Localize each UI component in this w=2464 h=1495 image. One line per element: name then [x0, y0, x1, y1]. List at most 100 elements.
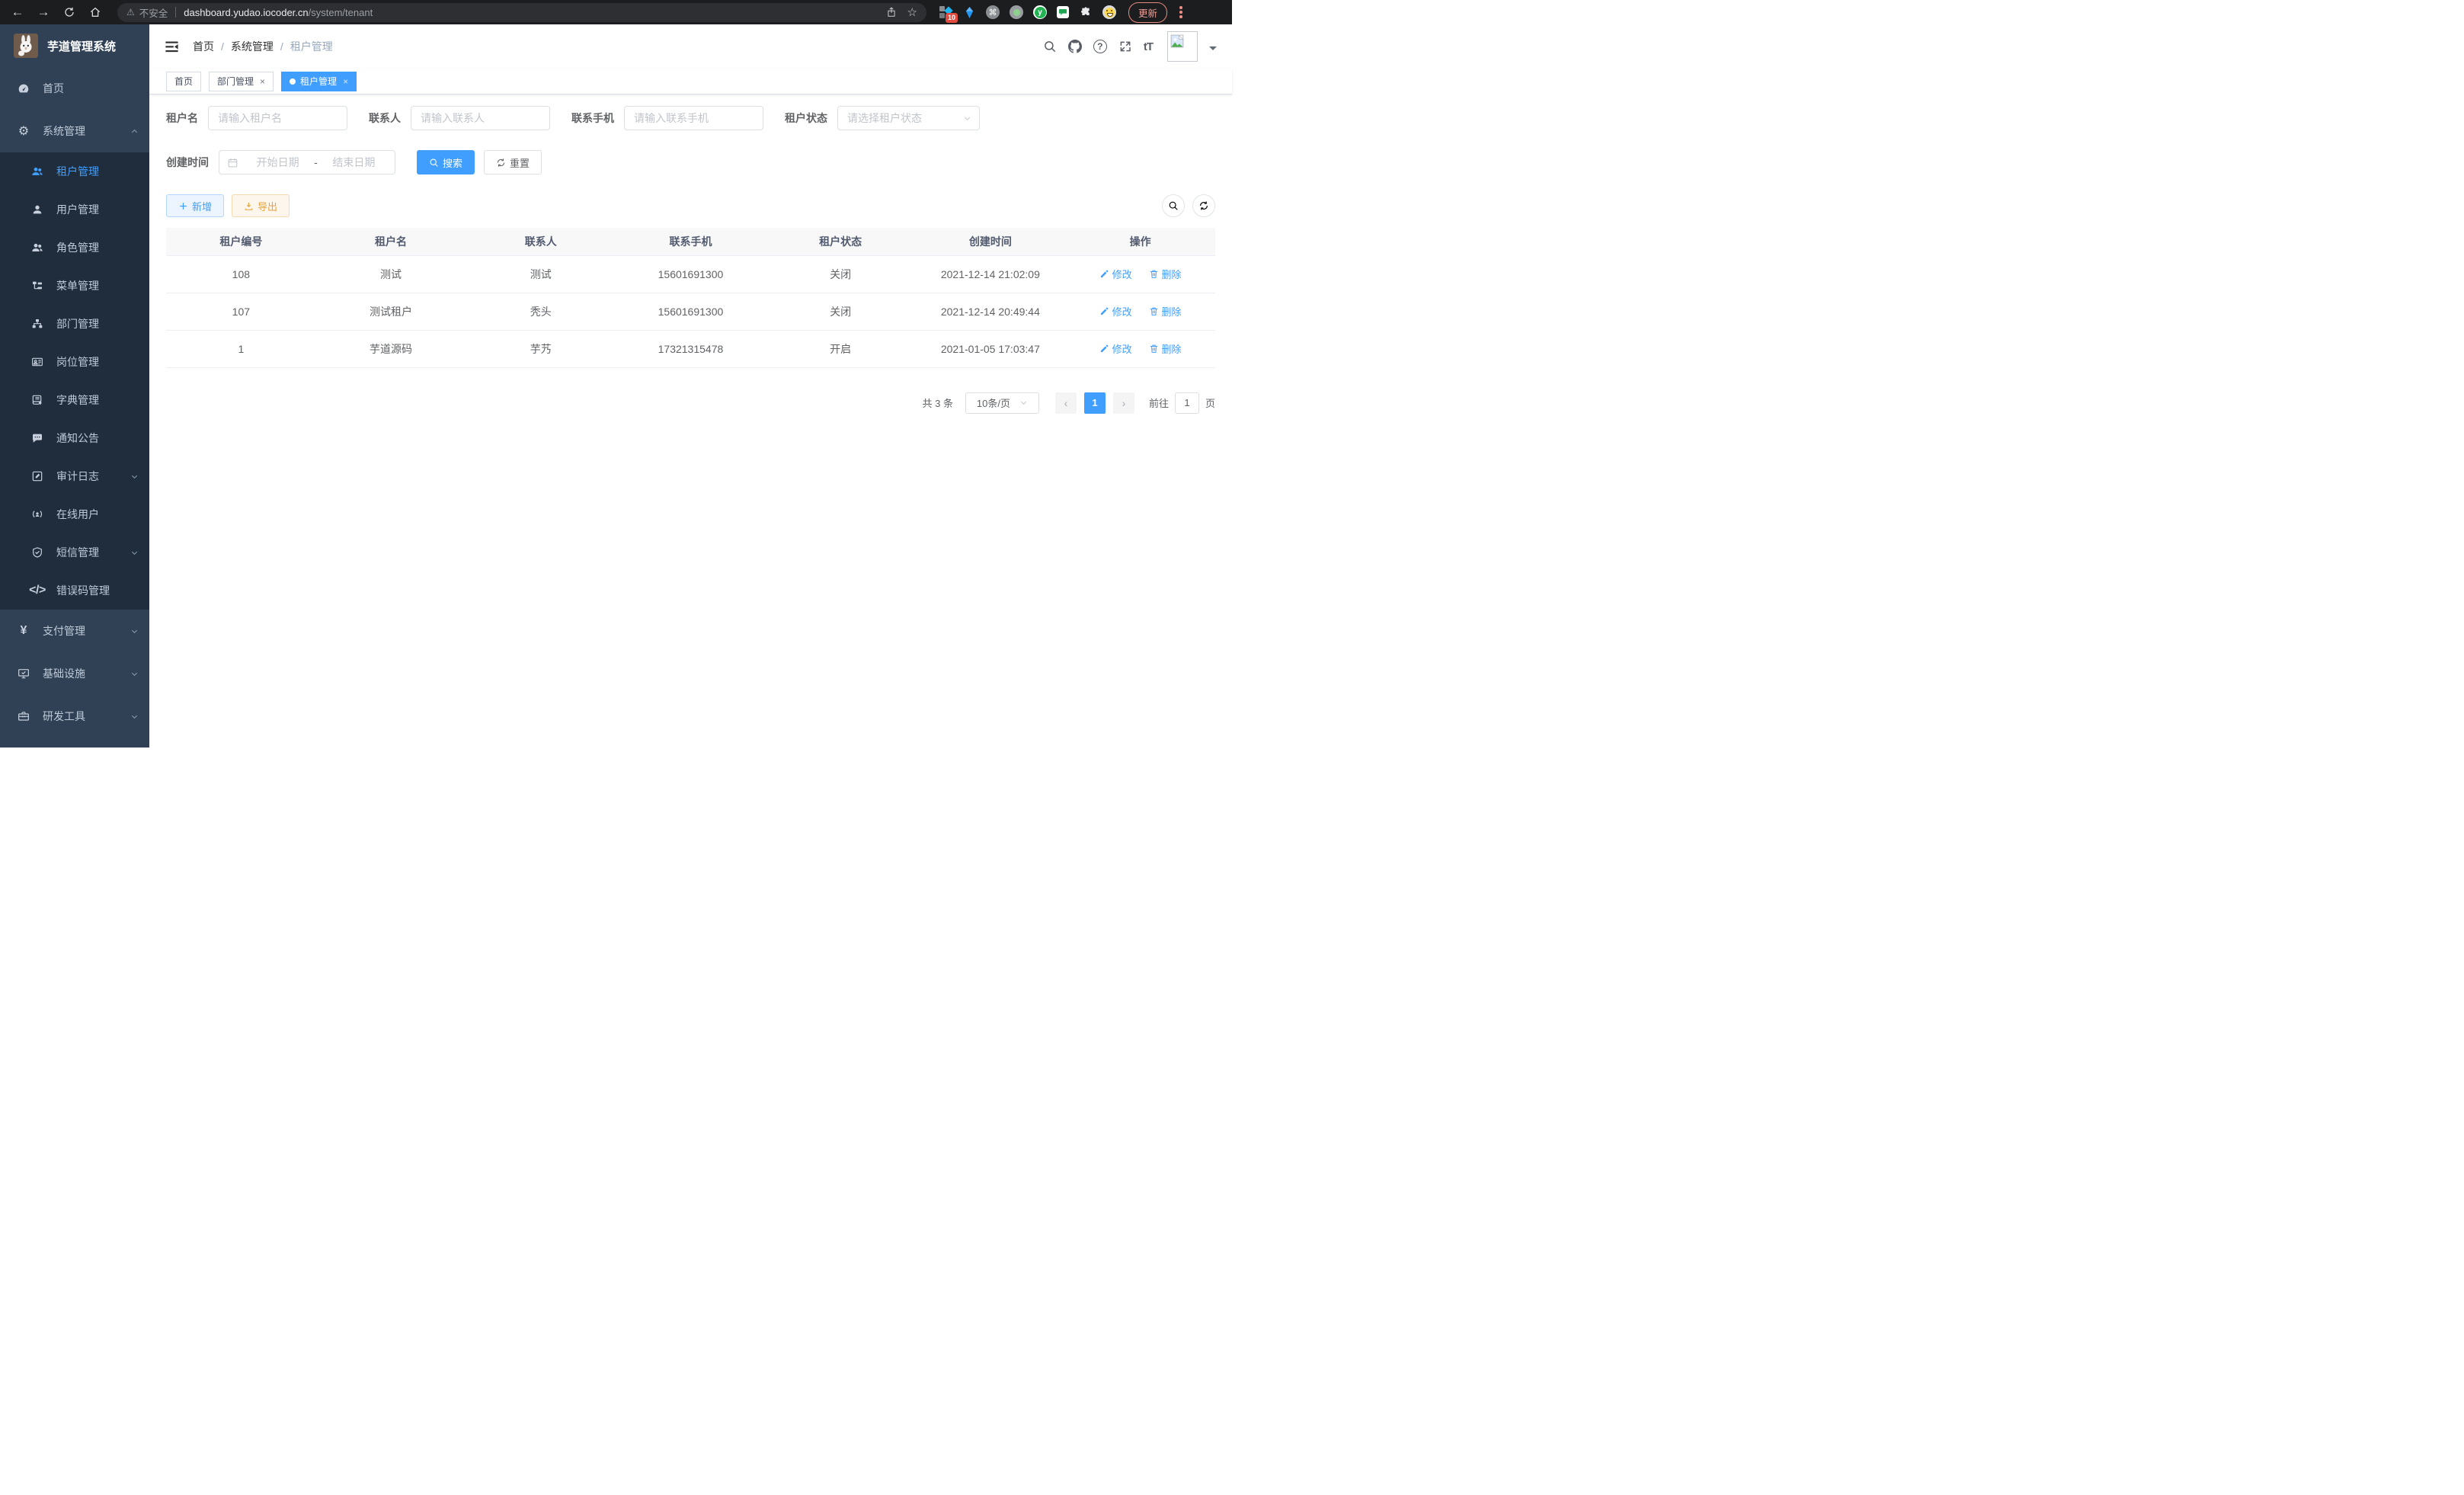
page-content: 租户名 联系人 联系手机 租户状态 请选择租户状态	[149, 94, 1232, 748]
bookmark-star-icon[interactable]: ☆	[907, 5, 917, 19]
browser-update-button[interactable]: 更新	[1128, 2, 1167, 23]
extension-recorder-icon[interactable]	[1010, 5, 1023, 19]
browser-toolbar: ← → ⚠ 不安全 dashboard.yudao.iocoder.cn /sy…	[0, 0, 1232, 24]
active-dot	[290, 78, 296, 85]
tag-dept[interactable]: 部门管理 ×	[209, 72, 274, 91]
status-select[interactable]: 请选择租户状态	[837, 106, 980, 130]
tag-home[interactable]: 首页	[166, 72, 201, 91]
chevron-down-icon	[130, 670, 139, 678]
chevron-up-icon	[130, 127, 139, 136]
search-button[interactable]: 搜索	[417, 150, 475, 174]
security-label[interactable]: 不安全	[139, 5, 168, 20]
chevron-down-icon	[1019, 399, 1028, 407]
sidebar-item-home[interactable]: 首页	[0, 67, 149, 110]
font-size-icon[interactable]: tT	[1144, 40, 1153, 53]
sidebar-item-post[interactable]: 岗位管理	[0, 343, 149, 381]
delete-link[interactable]: 删除	[1149, 267, 1182, 281]
code-icon: </>	[29, 584, 46, 597]
browser-forward-button[interactable]: →	[30, 2, 56, 22]
extension-command-icon[interactable]: ⌘	[986, 5, 1000, 19]
sidebar-item-dict[interactable]: 字典管理	[0, 381, 149, 419]
browser-menu-kebab-icon[interactable]	[1176, 6, 1186, 18]
sidebar-item-menu[interactable]: 菜单管理	[0, 267, 149, 305]
sidebar-item-sms[interactable]: 短信管理	[0, 533, 149, 571]
extension-balloon-icon[interactable]	[962, 5, 976, 19]
sidebar-item-payment[interactable]: ¥ 支付管理	[0, 610, 149, 652]
app-logo	[14, 34, 38, 58]
sidebar-item-infrastructure[interactable]: 基础设施	[0, 652, 149, 695]
refresh-circle-button[interactable]	[1192, 194, 1215, 217]
delete-link[interactable]: 删除	[1149, 341, 1182, 356]
share-icon[interactable]	[886, 7, 897, 18]
browser-back-button[interactable]: ←	[5, 2, 30, 22]
next-page-button[interactable]: ›	[1113, 392, 1134, 414]
contact-label: 联系人	[369, 110, 401, 126]
fullscreen-icon[interactable]	[1118, 40, 1132, 53]
col-contact: 联系人	[466, 228, 616, 255]
export-button[interactable]: 导出	[232, 194, 290, 217]
reset-button[interactable]: 重置	[484, 150, 542, 174]
header-search-icon[interactable]	[1043, 40, 1057, 53]
browser-home-button[interactable]	[82, 2, 108, 22]
extensions-puzzle-icon[interactable]	[1079, 5, 1093, 19]
delete-link[interactable]: 删除	[1149, 304, 1182, 319]
yen-icon: ¥	[15, 624, 32, 638]
col-status: 租户状态	[766, 228, 916, 255]
tags-view-bar: 首页 部门管理 × 租户管理 ×	[149, 69, 1232, 94]
tenant-name-input[interactable]	[208, 106, 347, 130]
goto-page-input[interactable]	[1175, 392, 1199, 414]
status-text: 关闭	[766, 255, 916, 293]
extension-area: 10 ⌘ y	[939, 5, 1116, 19]
date-start-placeholder: 开始日期	[245, 155, 311, 170]
profile-avatar-icon[interactable]	[1102, 5, 1116, 19]
user-avatar-broken-image[interactable]	[1167, 31, 1198, 62]
prev-page-button[interactable]: ‹	[1055, 392, 1077, 414]
goto-label: 前往	[1149, 395, 1169, 410]
sidebar-item-user[interactable]: 用户管理	[0, 190, 149, 229]
edit-link[interactable]: 修改	[1099, 341, 1132, 356]
extension-yudao-icon[interactable]: y	[1033, 5, 1047, 19]
sidebar-item-role[interactable]: 角色管理	[0, 229, 149, 267]
trash-icon	[1149, 344, 1159, 354]
page-size-select[interactable]: 10条/页	[965, 392, 1039, 414]
app-title: 芋道管理系统	[47, 38, 116, 54]
contact-input[interactable]	[411, 106, 550, 130]
url-path: /system/tenant	[309, 7, 373, 18]
toggle-search-circle-button[interactable]	[1162, 194, 1185, 217]
breadcrumb-home[interactable]: 首页	[193, 39, 214, 54]
breadcrumb-section[interactable]: 系统管理	[231, 39, 274, 54]
avatar-dropdown-caret-icon[interactable]	[1209, 46, 1217, 54]
extension-chat-icon[interactable]	[1057, 6, 1069, 18]
address-bar[interactable]: ⚠ 不安全 dashboard.yudao.iocoder.cn /system…	[117, 3, 926, 22]
sidebar-item-dept[interactable]: 部门管理	[0, 305, 149, 343]
close-icon[interactable]: ×	[343, 76, 348, 87]
edit-link[interactable]: 修改	[1099, 267, 1132, 281]
browser-reload-button[interactable]	[56, 2, 82, 22]
edit-link[interactable]: 修改	[1099, 304, 1132, 319]
breadcrumb-current: 租户管理	[290, 39, 333, 54]
broadcast-user-icon	[29, 508, 46, 520]
sidebar-item-tenant[interactable]: 租户管理	[0, 152, 149, 190]
sidebar-item-notice[interactable]: 通知公告	[0, 419, 149, 457]
extension-tabs-icon[interactable]: 10	[939, 5, 952, 19]
date-range-picker[interactable]: 开始日期 - 结束日期	[219, 150, 395, 174]
sidebar-toggle-hamburger-icon[interactable]	[165, 40, 179, 53]
sidebar-item-system[interactable]: ⚙ 系统管理	[0, 110, 149, 152]
col-tenant-name: 租户名	[316, 228, 466, 255]
omnibox-divider	[175, 7, 176, 18]
sidebar-item-dev-tools[interactable]: 研发工具	[0, 695, 149, 738]
page-number-button[interactable]: 1	[1084, 392, 1106, 414]
sidebar-item-error-code[interactable]: </> 错误码管理	[0, 571, 149, 610]
sidebar-item-audit-log[interactable]: 审计日志	[0, 457, 149, 495]
tag-tenant-active[interactable]: 租户管理 ×	[281, 72, 357, 91]
trash-icon	[1149, 269, 1159, 279]
close-icon[interactable]: ×	[260, 76, 265, 87]
reload-icon	[63, 6, 75, 18]
phone-input[interactable]	[624, 106, 763, 130]
github-icon[interactable]	[1068, 40, 1082, 53]
add-button[interactable]: 新增	[166, 194, 224, 217]
help-question-icon[interactable]: ?	[1093, 40, 1107, 53]
page-unit-label: 页	[1205, 395, 1215, 410]
sidebar-item-online-users[interactable]: 在线用户	[0, 495, 149, 533]
top-navbar: 首页 / 系统管理 / 租户管理 ? tT	[149, 24, 1232, 69]
